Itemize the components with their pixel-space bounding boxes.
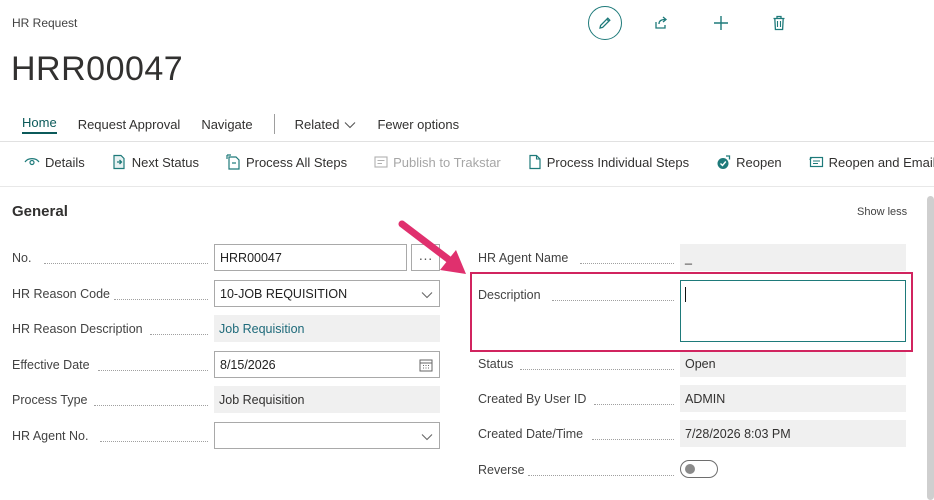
reopen-and-email-button[interactable]: Reopen and Email	[808, 154, 934, 170]
label-leader	[98, 370, 208, 371]
reopen-label: Reopen	[736, 154, 782, 170]
document-next-icon	[113, 154, 125, 170]
reverse-toggle[interactable]	[680, 460, 718, 478]
process-individual-steps-label: Process Individual Steps	[546, 154, 690, 170]
share-icon	[655, 16, 668, 29]
label-leader	[114, 299, 208, 300]
nav-related[interactable]: Related	[295, 117, 357, 132]
effective-date-value: 8/15/2026	[220, 357, 276, 372]
email-icon	[808, 156, 823, 168]
no-value: HRR00047	[220, 250, 282, 265]
effective-date-input[interactable]: 8/15/2026	[214, 351, 440, 378]
label-leader	[150, 334, 208, 335]
created-by-field: ADMIN	[680, 385, 906, 412]
reopen-and-email-label: Reopen and Email	[828, 154, 934, 170]
label-leader	[528, 475, 674, 476]
promoted-actions-toolbar: Details Next Status Process All Steps Pu…	[24, 154, 934, 170]
effective-date-label: Effective Date	[12, 358, 90, 372]
toggle-knob	[685, 464, 695, 474]
plus-icon	[714, 16, 728, 30]
process-type-field: Job Requisition	[214, 386, 440, 413]
document-refresh-icon	[226, 154, 240, 170]
created-datetime-label: Created Date/Time	[478, 427, 584, 441]
label-leader	[592, 439, 674, 440]
reason-code-select[interactable]: 10-JOB REQUISITION	[214, 280, 440, 307]
page-type-label: HR Request	[12, 16, 78, 30]
annotation-highlight-box	[470, 272, 913, 352]
divider	[0, 141, 934, 142]
created-by-label: Created By User ID	[478, 392, 587, 406]
publish-to-trakstar-button[interactable]: Publish to Trakstar	[374, 155, 501, 170]
section-title-general: General	[12, 203, 68, 220]
no-label: No.	[12, 251, 32, 265]
created-datetime-field: 7/28/2026 8:03 PM	[680, 420, 906, 447]
reason-description-value[interactable]: Job Requisition	[219, 322, 304, 336]
edit-button[interactable]	[588, 6, 622, 40]
status-value: Open	[685, 356, 716, 371]
agent-no-label: HR Agent No.	[12, 429, 89, 443]
top-action-bar	[588, 4, 791, 42]
created-datetime-value: 7/28/2026 8:03 PM	[685, 426, 791, 441]
nav-navigate[interactable]: Navigate	[201, 117, 252, 132]
reason-description-field: Job Requisition	[214, 315, 440, 342]
chevron-down-icon	[345, 122, 356, 129]
nav-separator	[273, 114, 275, 134]
label-leader	[580, 263, 674, 264]
next-status-label: Next Status	[131, 154, 199, 170]
next-status-button[interactable]: Next Status	[112, 154, 199, 170]
divider	[0, 186, 934, 187]
nav-request-approval[interactable]: Request Approval	[78, 117, 181, 132]
reopen-icon	[717, 154, 731, 169]
reason-code-label: HR Reason Code	[12, 287, 110, 301]
publish-icon	[374, 156, 388, 168]
status-field: Open	[680, 350, 906, 377]
new-button[interactable]	[709, 11, 733, 35]
process-all-steps-label: Process All Steps	[245, 154, 348, 170]
process-type-value: Job Requisition	[219, 392, 305, 407]
process-type-label: Process Type	[12, 393, 88, 407]
eye-icon	[24, 158, 40, 166]
label-leader	[94, 405, 208, 406]
reverse-label: Reverse	[478, 463, 525, 477]
show-less-link[interactable]: Show less	[857, 206, 907, 218]
nav-home[interactable]: Home	[22, 115, 57, 134]
action-menu-nav: Home Request Approval Navigate Related F…	[22, 114, 480, 134]
label-leader	[594, 404, 674, 405]
nav-related-label: Related	[294, 116, 340, 132]
delete-button[interactable]	[767, 11, 791, 35]
chevron-down-icon	[421, 292, 433, 299]
publish-to-trakstar-label: Publish to Trakstar	[393, 154, 501, 170]
agent-name-field: _	[680, 244, 906, 271]
trash-icon	[773, 15, 785, 31]
details-button[interactable]: Details	[24, 155, 85, 170]
agent-name-value: _	[685, 250, 692, 265]
reason-description-label: HR Reason Description	[12, 322, 143, 336]
pencil-icon	[599, 17, 611, 29]
vertical-scrollbar[interactable]	[927, 196, 934, 500]
nav-fewer-options[interactable]: Fewer options	[377, 117, 459, 132]
calendar-icon[interactable]	[419, 358, 433, 372]
share-button[interactable]	[649, 11, 673, 35]
process-all-steps-button[interactable]: Process All Steps	[226, 154, 347, 170]
chevron-down-icon	[421, 434, 433, 441]
reason-code-value: 10-JOB REQUISITION	[220, 286, 348, 301]
process-individual-steps-button[interactable]: Process Individual Steps	[528, 154, 689, 170]
status-label: Status	[478, 357, 514, 371]
label-leader	[100, 441, 208, 442]
agent-name-label: HR Agent Name	[478, 251, 569, 265]
agent-no-select[interactable]	[214, 422, 440, 449]
document-step-icon	[529, 154, 541, 170]
reopen-button[interactable]: Reopen	[716, 155, 782, 170]
created-by-value: ADMIN	[685, 391, 726, 406]
label-leader	[44, 263, 208, 264]
no-input[interactable]: HRR00047	[214, 244, 407, 271]
label-leader	[520, 369, 674, 370]
details-label: Details	[45, 154, 85, 170]
page-title: HRR00047	[11, 50, 184, 88]
annotation-arrow-icon	[398, 220, 466, 274]
